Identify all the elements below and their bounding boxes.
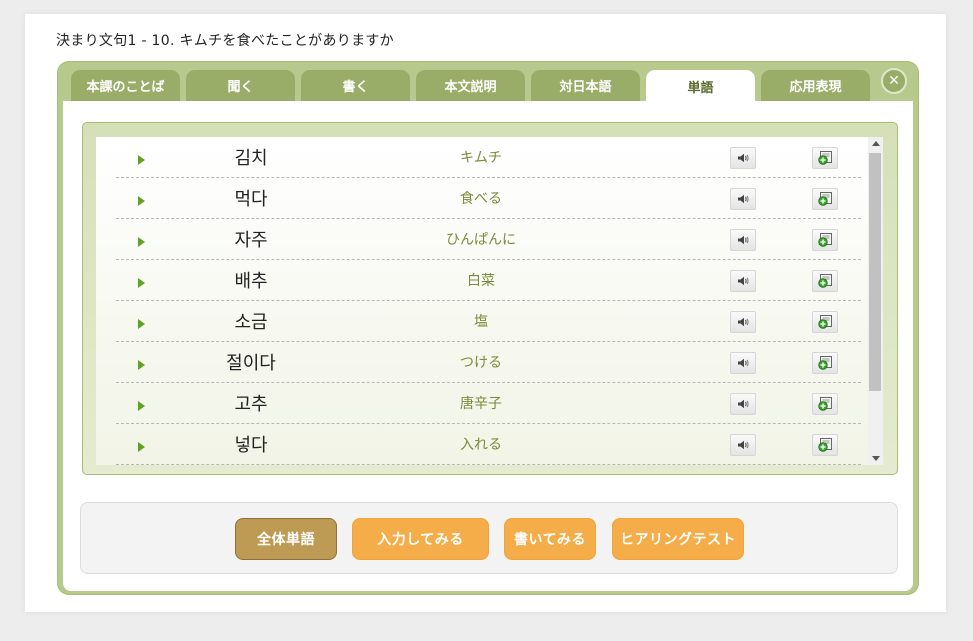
korean-word: 김치: [234, 148, 268, 169]
hearing-test-button[interactable]: ヒアリングテスト: [612, 518, 744, 560]
vocab-row: 먹다 食べる: [96, 178, 881, 219]
vocab-row: 절이다 つける: [96, 342, 881, 383]
vocab-row: 김치 キムチ: [96, 137, 881, 178]
japanese-meaning: 唐辛子: [460, 396, 502, 412]
vocab-row: 배추 白菜: [96, 260, 881, 301]
play-icon[interactable]: [138, 196, 145, 206]
play-icon[interactable]: [138, 401, 145, 411]
row-divider: [116, 464, 861, 465]
all-words-button[interactable]: 全体単語: [235, 518, 337, 560]
japanese-meaning: 塩: [474, 314, 488, 330]
korean-word: 소금: [234, 312, 268, 333]
add-to-list-icon[interactable]: [812, 147, 838, 169]
speaker-icon[interactable]: [730, 229, 756, 251]
tab-vocabulary[interactable]: 単語: [646, 70, 755, 102]
japanese-meaning: 白菜: [467, 273, 495, 289]
add-to-list-icon[interactable]: [812, 188, 838, 210]
japanese-meaning: ひんぱんに: [446, 232, 516, 248]
speaker-icon[interactable]: [730, 434, 756, 456]
tab-content: 김치 キムチ 먹다 食べる 자주 ひんぱんに 배추 白菜 소금 塩 절이다 つける 고추 唐辛子 넣다 入れる…: [63, 101, 913, 591]
speaker-icon[interactable]: [730, 270, 756, 292]
vocab-row: 소금 塩: [96, 301, 881, 342]
add-to-list-icon[interactable]: [812, 434, 838, 456]
input-practice-button[interactable]: 入力してみる: [352, 518, 489, 560]
tab-listen[interactable]: 聞く: [186, 70, 295, 101]
korean-word: 배추: [234, 271, 268, 292]
page-title: 決まり文句1 - 10. キムチを食べたことがありますか: [56, 33, 394, 49]
korean-word: 고추: [234, 394, 268, 415]
japanese-meaning: 入れる: [460, 437, 502, 453]
writing-practice-button[interactable]: 書いてみる: [504, 518, 596, 560]
speaker-icon[interactable]: [730, 188, 756, 210]
korean-word: 절이다: [226, 353, 276, 374]
korean-word: 자주: [234, 230, 268, 251]
add-to-list-icon[interactable]: [812, 270, 838, 292]
add-to-list-icon[interactable]: [812, 352, 838, 374]
lesson-panel: 本課のことば 聞く 書く 本文説明 対日本語 単語 応用表現 ✕ 김치 キムチ 먹다…: [57, 61, 919, 595]
add-to-list-icon[interactable]: [812, 229, 838, 251]
tab-lesson-words[interactable]: 本課のことば: [71, 70, 180, 101]
tab-write[interactable]: 書く: [301, 70, 410, 101]
vocab-row: 넣다 入れる: [96, 424, 881, 465]
word-list: 김치 キムチ 먹다 食べる 자주 ひんぱんに 배추 白菜 소금 塩 절이다 つける 고추 唐辛子 넣다 入れる: [96, 137, 881, 465]
scroll-down-arrow-icon[interactable]: [872, 456, 880, 461]
speaker-icon[interactable]: [730, 393, 756, 415]
close-icon[interactable]: ✕: [881, 68, 907, 94]
play-icon[interactable]: [138, 442, 145, 452]
tab-applied-expressions[interactable]: 応用表現: [761, 70, 870, 101]
scroll-up-arrow-icon[interactable]: [872, 141, 880, 146]
action-bar: 全体単語 入力してみる 書いてみる ヒアリングテスト: [80, 502, 898, 574]
speaker-icon[interactable]: [730, 147, 756, 169]
play-icon[interactable]: [138, 155, 145, 165]
word-list-frame: 김치 キムチ 먹다 食べる 자주 ひんぱんに 배추 白菜 소금 塩 절이다 つける 고추 唐辛子 넣다 入れる: [82, 122, 898, 475]
korean-word: 넣다: [234, 435, 268, 456]
play-icon[interactable]: [138, 360, 145, 370]
play-icon[interactable]: [138, 237, 145, 247]
speaker-icon[interactable]: [730, 311, 756, 333]
tab-text-explanation[interactable]: 本文説明: [416, 70, 525, 101]
add-to-list-icon[interactable]: [812, 393, 838, 415]
add-to-list-icon[interactable]: [812, 311, 838, 333]
scroll-thumb[interactable]: [869, 153, 881, 391]
vocab-row: 고추 唐辛子: [96, 383, 881, 424]
tab-japanese-comparison[interactable]: 対日本語: [531, 70, 640, 101]
play-icon[interactable]: [138, 278, 145, 288]
korean-word: 먹다: [234, 189, 268, 210]
play-icon[interactable]: [138, 319, 145, 329]
japanese-meaning: キムチ: [460, 150, 502, 166]
japanese-meaning: つける: [460, 355, 502, 371]
speaker-icon[interactable]: [730, 352, 756, 374]
vocab-row: 자주 ひんぱんに: [96, 219, 881, 260]
word-list-scrollbar[interactable]: [868, 137, 883, 465]
japanese-meaning: 食べる: [460, 191, 502, 207]
